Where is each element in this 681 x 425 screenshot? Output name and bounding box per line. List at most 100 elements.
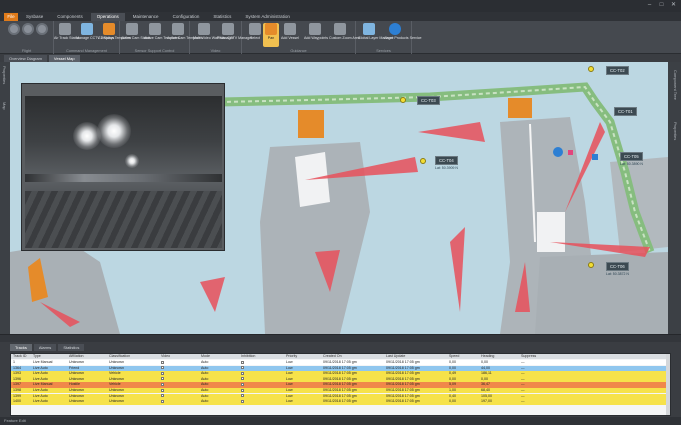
left-dock-tab-map[interactable]: Map [2,102,7,110]
column-header[interactable]: Video [161,354,199,359]
multi-video-wall-button[interactable]: Multi Video Wall Manager [193,23,234,47]
add-vessel-button[interactable]: Add Vessel [279,23,301,47]
checkbox[interactable] [161,382,164,386]
poi-marker-icon[interactable] [588,262,594,268]
light-source [125,154,139,168]
poi-marker-icon[interactable] [588,66,594,72]
column-header[interactable]: Created On [323,354,383,359]
tab-components[interactable]: Components [51,13,89,21]
checkbox[interactable] [161,371,164,375]
column-header[interactable]: Suppress [521,354,561,359]
tab-sysbase[interactable]: Sysbase [20,13,49,21]
column-header[interactable]: Inhibition [241,354,283,359]
tab-tracks[interactable]: Tracks [10,344,32,351]
column-header[interactable]: Affiliation [69,354,107,359]
left-dock-tab-properties[interactable]: Properties [2,66,7,84]
column-header[interactable]: Track ID [13,354,31,359]
table-row[interactable]: 1397 Live Manual Hostile Vehicle Auto Low 09/1… [11,382,670,388]
column-header[interactable]: Classification [109,354,159,359]
checkbox[interactable] [241,371,244,375]
poi-marker-icon[interactable] [400,97,406,103]
cell-affiliation: Unknown [69,399,84,404]
column-header[interactable]: Speed [449,354,479,359]
cell-checkbox [161,382,199,387]
cell-type: Live Auto [33,388,48,392]
checkbox[interactable] [241,399,244,403]
column-header[interactable]: Type [33,354,67,359]
active-cam-templates-button[interactable]: Active Cam Templates [144,23,180,47]
poi-label-ct01[interactable]: CC-T01 [614,107,637,116]
table-row[interactable]: 1364 Live Auto Friend Unknown Auto Low 09/11/2… [11,365,670,371]
about-products-button[interactable]: About Products Service [384,23,422,47]
cell-mode: Auto [201,382,209,387]
checkbox[interactable] [161,377,164,381]
layers-icon [363,23,375,35]
cell-suppress: — [521,382,525,387]
minimize-icon[interactable]: – [646,2,653,9]
column-header[interactable]: Heading [481,354,519,359]
cell-checkbox [161,360,199,365]
cell-classification: Unknown [109,393,124,398]
table-row[interactable]: 1400 Live Auto Unknown Unknown Auto Low 09/11/… [11,399,670,405]
active-cam-templates-button-2[interactable]: Active Cam Templates [167,23,203,47]
tab-alarms[interactable]: Alarms [33,344,57,351]
checkbox[interactable] [241,382,244,386]
table-row[interactable]: 1399 Live Auto Unknown Unknown Auto Low 09/11/… [11,393,670,399]
checkbox[interactable] [241,360,244,364]
pan-button[interactable]: Pan [263,23,279,47]
right-dock-tab-component-tree[interactable]: Component Tree [673,70,678,100]
checkbox[interactable] [241,394,244,398]
checkbox[interactable] [241,388,244,392]
poi-label-ct02[interactable]: CC-T02 [606,66,629,75]
checkbox[interactable] [161,388,164,392]
c2-status-templates-button[interactable]: C2 Status Templates [98,23,131,47]
light-source [97,114,131,148]
checkbox[interactable] [161,360,164,364]
poi-label-ct06[interactable]: CC-T06 [606,262,629,271]
tab-maintenance[interactable]: Maintenance [127,13,165,21]
manage-cctv-displays-button[interactable]: Manage CCTV Displays [76,23,114,47]
video-panel[interactable] [21,83,225,251]
checkbox[interactable] [161,394,164,398]
bottom-panel: Tracks Alarms Statistics Track ID Type Aff… [0,334,681,425]
photo-cctv-manager-button[interactable]: Photo CCTV Manager [217,23,252,47]
close-icon[interactable]: ✕ [670,2,677,9]
checkbox[interactable] [241,377,244,381]
poi-label-ct05[interactable]: CC-T05 [620,152,643,161]
table-row[interactable]: 1 Live Manual Unknown Unknown Auto Low 09/11/2… [11,360,670,366]
active-cam-status-button[interactable]: Active Cam Status [121,23,151,47]
ribbon-tab-row: File Sysbase Components Operations Maint… [0,12,681,21]
cell-heading: 36,47 [481,382,490,387]
custom-zoom-area-button[interactable]: Custom Zoom Area [329,23,360,47]
tab-statistics[interactable]: Statistics [207,13,237,21]
right-dock-tab-properties[interactable]: Properties [673,122,678,140]
tab-statistics-bottom[interactable]: Statistics [58,344,85,351]
tab-vessel-map[interactable]: Vessel Map [48,55,80,62]
table-row[interactable]: 1393 Live Auto Unknown Vehicle Auto Low 09/11/… [11,371,670,377]
table-row[interactable]: 1396 Live Auto Unknown Unknown Auto Low 09/11/… [11,376,670,383]
tab-overview-diagram[interactable]: Overview Diagram [4,55,47,62]
column-header[interactable]: Mode [201,354,239,359]
table-row[interactable]: 1398 Live Auto Unknown Unknown Auto Low 09/11/… [11,388,670,394]
cell-affiliation: Friend [69,365,80,370]
flight-button-3[interactable] [31,23,53,47]
column-header[interactable]: Priority [286,354,321,359]
checkbox[interactable] [161,399,164,403]
checkbox[interactable] [161,366,164,370]
checkbox[interactable] [241,366,244,370]
poi-label-ct04[interactable]: CC-T04 [435,156,458,165]
column-header[interactable]: Last Update [386,354,446,359]
poi-marker-icon[interactable] [420,158,426,164]
global-layer-manager-button[interactable]: Global Layer Manager [358,23,394,47]
poi-label-ct03[interactable]: CC-T03 [417,96,440,105]
table-header-row: Track ID Type Affiliation Classification Vid… [11,354,670,360]
air-track-status-button[interactable]: Air Track Status [54,23,79,47]
tab-operations[interactable]: Operations [90,13,125,21]
tab-system-administration[interactable]: System Administration [239,13,296,21]
building-central [295,152,330,207]
file-tab[interactable]: File [4,13,18,21]
add-waypoints-button[interactable]: Add Waypoints [304,23,328,47]
table-scrollbar[interactable] [666,354,670,415]
tab-configuration[interactable]: Configuration [167,13,206,21]
maximize-icon[interactable]: □ [658,2,665,9]
